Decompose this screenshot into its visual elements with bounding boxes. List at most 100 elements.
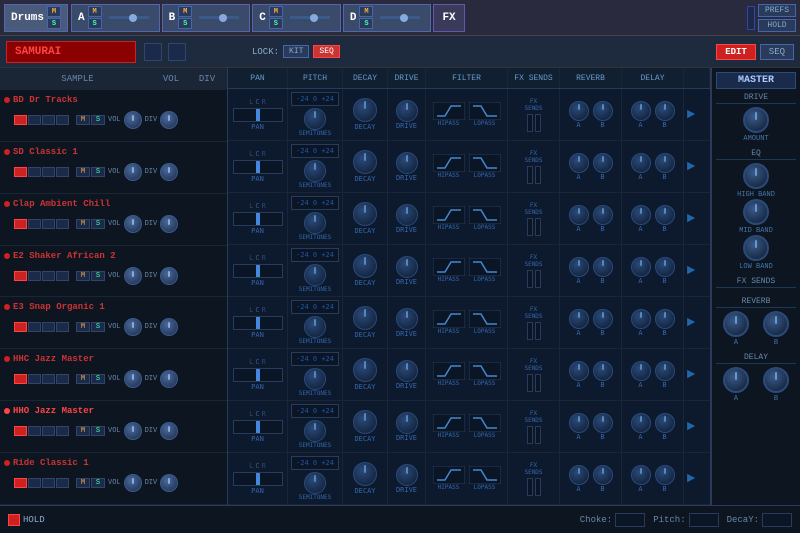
div-knob[interactable] [160,267,178,285]
mini-btn-1[interactable] [14,426,27,436]
div-knob[interactable] [160,111,178,129]
delay-a-channel-knob[interactable] [631,309,651,329]
mini-btn-3[interactable] [42,478,55,488]
mini-btn-3[interactable] [42,322,55,332]
drums-s-btn[interactable]: S [47,18,61,29]
a-slider[interactable] [109,16,149,19]
b-slider[interactable] [199,16,239,19]
mini-btn-1[interactable] [14,322,27,332]
s-small-btn[interactable]: S [91,219,105,229]
reverb-b-knob[interactable] [763,311,789,337]
drive-knob[interactable] [396,100,418,122]
mini-btn-3[interactable] [42,271,55,281]
delay-b-channel-knob[interactable] [655,153,675,173]
drums-m-btn[interactable]: M [47,6,61,17]
reverb-b-channel-knob[interactable] [593,153,613,173]
reverb-b-channel-knob[interactable] [593,361,613,381]
mini-btn-4[interactable] [56,322,69,332]
div-knob[interactable] [160,474,178,492]
d-s-btn[interactable]: S [359,18,373,29]
m-small-btn[interactable]: M [76,322,90,332]
reverb-a-channel-knob[interactable] [569,361,589,381]
mini-btn-1[interactable] [14,478,27,488]
drive-knob[interactable] [396,308,418,330]
reverb-a-channel-knob[interactable] [569,153,589,173]
s-small-btn[interactable]: S [91,167,105,177]
tab-a[interactable]: A M S [71,4,160,32]
pitch-knob[interactable] [304,316,326,338]
d-m-btn[interactable]: M [359,6,373,17]
mini-btn-3[interactable] [42,426,55,436]
mini-btn-3[interactable] [42,167,55,177]
mini-btn-2[interactable] [28,219,41,229]
delay-b-channel-knob[interactable] [655,257,675,277]
mini-btn-4[interactable] [56,426,69,436]
pitch-knob[interactable] [304,472,326,494]
mini-btn-2[interactable] [28,271,41,281]
delay-b-channel-knob[interactable] [655,413,675,433]
decay-knob[interactable] [353,358,377,382]
mini-btn-4[interactable] [56,271,69,281]
m-small-btn[interactable]: M [76,426,90,436]
tab-d[interactable]: D M S [343,4,432,32]
c-slider[interactable] [290,16,330,19]
tab-drums[interactable]: Drums M S [4,4,68,32]
preset-next-btn[interactable] [168,43,186,61]
seq-button[interactable]: SEQ [760,44,794,60]
decay-knob[interactable] [353,306,377,330]
s-small-btn[interactable]: S [91,478,105,488]
decay-box[interactable] [762,513,792,527]
vol-knob[interactable] [124,267,142,285]
mini-btn-1[interactable] [14,167,27,177]
seq-lock-btn[interactable]: SEQ [313,45,339,58]
drive-knob[interactable] [396,412,418,434]
pitch-knob[interactable] [304,368,326,390]
delay-a-channel-knob[interactable] [631,465,651,485]
delay-b-channel-knob[interactable] [655,361,675,381]
pitch-knob[interactable] [304,108,326,130]
delay-a-channel-knob[interactable] [631,101,651,121]
mini-btn-2[interactable] [28,478,41,488]
c-s-btn[interactable]: S [269,18,283,29]
m-small-btn[interactable]: M [76,115,90,125]
s-small-btn[interactable]: S [91,271,105,281]
s-small-btn[interactable]: S [91,426,105,436]
pitch-knob[interactable] [304,160,326,182]
mini-btn-1[interactable] [14,115,27,125]
mini-btn-2[interactable] [28,322,41,332]
decay-knob[interactable] [353,150,377,174]
delay-b-channel-knob[interactable] [655,101,675,121]
drive-knob[interactable] [396,204,418,226]
mini-btn-2[interactable] [28,167,41,177]
delay-b-channel-knob[interactable] [655,205,675,225]
m-small-btn[interactable]: M [76,374,90,384]
reverb-b-channel-knob[interactable] [593,309,613,329]
reverb-b-channel-knob[interactable] [593,205,613,225]
m-small-btn[interactable]: M [76,271,90,281]
mini-btn-3[interactable] [42,115,55,125]
mini-btn-1[interactable] [14,374,27,384]
m-small-btn[interactable]: M [76,167,90,177]
vol-knob[interactable] [124,163,142,181]
pitch-knob[interactable] [304,420,326,442]
mini-btn-1[interactable] [14,271,27,281]
vol-knob[interactable] [124,215,142,233]
s-small-btn[interactable]: S [91,115,105,125]
delay-b-channel-knob[interactable] [655,465,675,485]
delay-b-knob[interactable] [763,367,789,393]
s-small-btn[interactable]: S [91,322,105,332]
reverb-a-channel-knob[interactable] [569,413,589,433]
decay-knob[interactable] [353,254,377,278]
reverb-a-channel-knob[interactable] [569,101,589,121]
div-knob[interactable] [160,215,178,233]
hold-button[interactable]: HOLD [758,19,796,32]
reverb-a-channel-knob[interactable] [569,205,589,225]
kit-lock-btn[interactable]: KIT [283,45,309,58]
vol-knob[interactable] [124,474,142,492]
drive-knob[interactable] [396,464,418,486]
a-s-btn[interactable]: S [88,18,102,29]
amount-knob[interactable] [743,107,769,133]
pitch-box[interactable] [689,513,719,527]
mini-btn-2[interactable] [28,426,41,436]
delay-a-channel-knob[interactable] [631,257,651,277]
